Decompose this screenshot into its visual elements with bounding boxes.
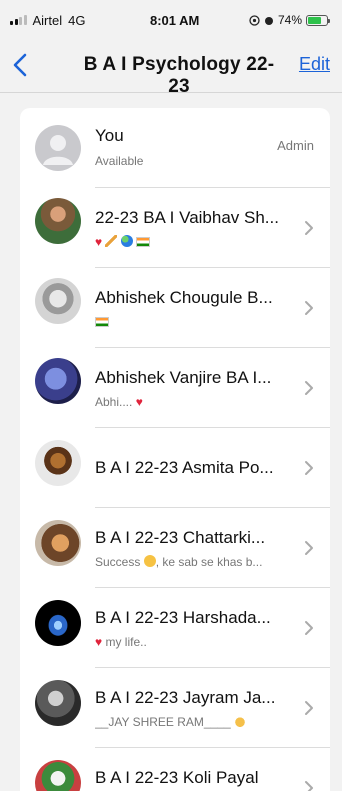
participant-row[interactable]: Abhishek Chougule B...: [20, 268, 330, 348]
globe-icon: [120, 235, 133, 247]
nav-bar: B A I Psychology 22-23 Edit: [0, 40, 342, 97]
participant-row[interactable]: B A I 22-23 Asmita Po...: [20, 428, 330, 508]
participant-status: Success , ke sab se khas b...: [95, 555, 295, 569]
chevron-right-icon: [305, 701, 313, 715]
participant-row-you[interactable]: You Available Admin: [20, 108, 330, 188]
location-icon: [249, 14, 260, 26]
face-emoji-icon: [143, 555, 156, 567]
participant-status-icons: ♥: [95, 235, 295, 249]
participant-status: Available: [95, 154, 144, 168]
status-time: 8:01 AM: [150, 12, 200, 28]
participant-row[interactable]: B A I 22-23 Chattarki... Success , ke sa…: [20, 508, 330, 588]
participant-name: B A I 22-23 Chattarki...: [95, 528, 266, 547]
status-right: 74%: [249, 13, 330, 27]
avatar: [35, 278, 81, 324]
participant-row[interactable]: B A I 22-23 Harshada... ♥ my life..: [20, 588, 330, 668]
participant-status: __JAY SHREE RAM____: [95, 715, 295, 729]
participant-name: B A I 22-23 Asmita Po...: [95, 458, 274, 477]
back-chevron-icon[interactable]: [10, 52, 32, 78]
participant-row[interactable]: Abhishek Vanjire BA I... Abhi.... ♥: [20, 348, 330, 428]
participant-status-prefix: Success: [95, 555, 141, 569]
heart-icon: ♥: [95, 235, 103, 249]
praying-hands-icon: [233, 715, 246, 727]
avatar: [35, 358, 81, 404]
participant-status-text: Abhi....: [95, 395, 133, 409]
participant-name: B A I 22-23 Koli Payal: [95, 768, 259, 787]
participant-row[interactable]: B A I 22-23 Jayram Ja... __JAY SHREE RAM…: [20, 668, 330, 748]
avatar: [35, 440, 81, 486]
avatar: [35, 520, 81, 566]
participant-status-text: , ke sab se khas b...: [155, 555, 263, 569]
alarm-icon: [264, 16, 273, 25]
battery-icon: [306, 14, 330, 26]
chevron-right-icon: [305, 381, 313, 395]
chevron-right-icon: [305, 621, 313, 635]
participant-name: 22-23 BA I Vaibhav Sh...: [95, 208, 279, 227]
edit-button[interactable]: Edit: [299, 54, 330, 75]
participant-status-text: __JAY SHREE RAM____: [95, 715, 231, 729]
chevron-right-icon: [305, 461, 313, 475]
heart-icon: ♥: [135, 395, 143, 409]
chevron-right-icon: [305, 541, 313, 555]
chevron-right-icon: [305, 781, 313, 791]
chevron-right-icon: [305, 301, 313, 315]
heart-icon: ♥: [95, 635, 103, 649]
network-label: 4G: [68, 12, 86, 28]
india-flag-icon: [95, 317, 109, 327]
participants-list: You Available Admin 22-23 BA I Vaibhav S…: [20, 108, 330, 791]
paintbrush-icon: [105, 235, 118, 247]
participant-name: B A I 22-23 Harshada...: [95, 608, 271, 627]
participant-row[interactable]: B A I 22-23 Koli Payal: [20, 748, 330, 791]
participant-row[interactable]: 22-23 BA I Vaibhav Sh... ♥: [20, 188, 330, 268]
participant-status-text: my life..: [105, 635, 147, 649]
screen: Airtel 4G 8:01 AM 74% B A I Psychology 2…: [0, 0, 342, 791]
default-avatar-icon: [35, 125, 81, 171]
participant-status: Abhi.... ♥: [95, 395, 295, 409]
participant-status-icons: [95, 315, 295, 329]
status-left: Airtel 4G: [10, 13, 85, 28]
participant-name: Abhishek Vanjire BA I...: [95, 368, 272, 387]
signal-icon: [10, 15, 27, 25]
avatar: [35, 680, 81, 726]
participant-name: Abhishek Chougule B...: [95, 288, 273, 307]
avatar: [35, 600, 81, 646]
india-flag-icon: [136, 237, 151, 247]
chevron-right-icon: [305, 221, 313, 235]
avatar: [35, 760, 81, 791]
nav-divider: [0, 92, 342, 93]
participant-name: You: [95, 126, 124, 145]
admin-badge: Admin: [277, 138, 314, 153]
participant-status: ♥ my life..: [95, 635, 295, 649]
participant-name: B A I 22-23 Jayram Ja...: [95, 688, 276, 707]
battery-fill: [308, 16, 322, 24]
battery-percent: 74%: [277, 13, 302, 27]
avatar: [35, 198, 81, 244]
status-bar: Airtel 4G 8:01 AM 74%: [0, 0, 342, 40]
carrier-label: Airtel: [32, 12, 63, 28]
